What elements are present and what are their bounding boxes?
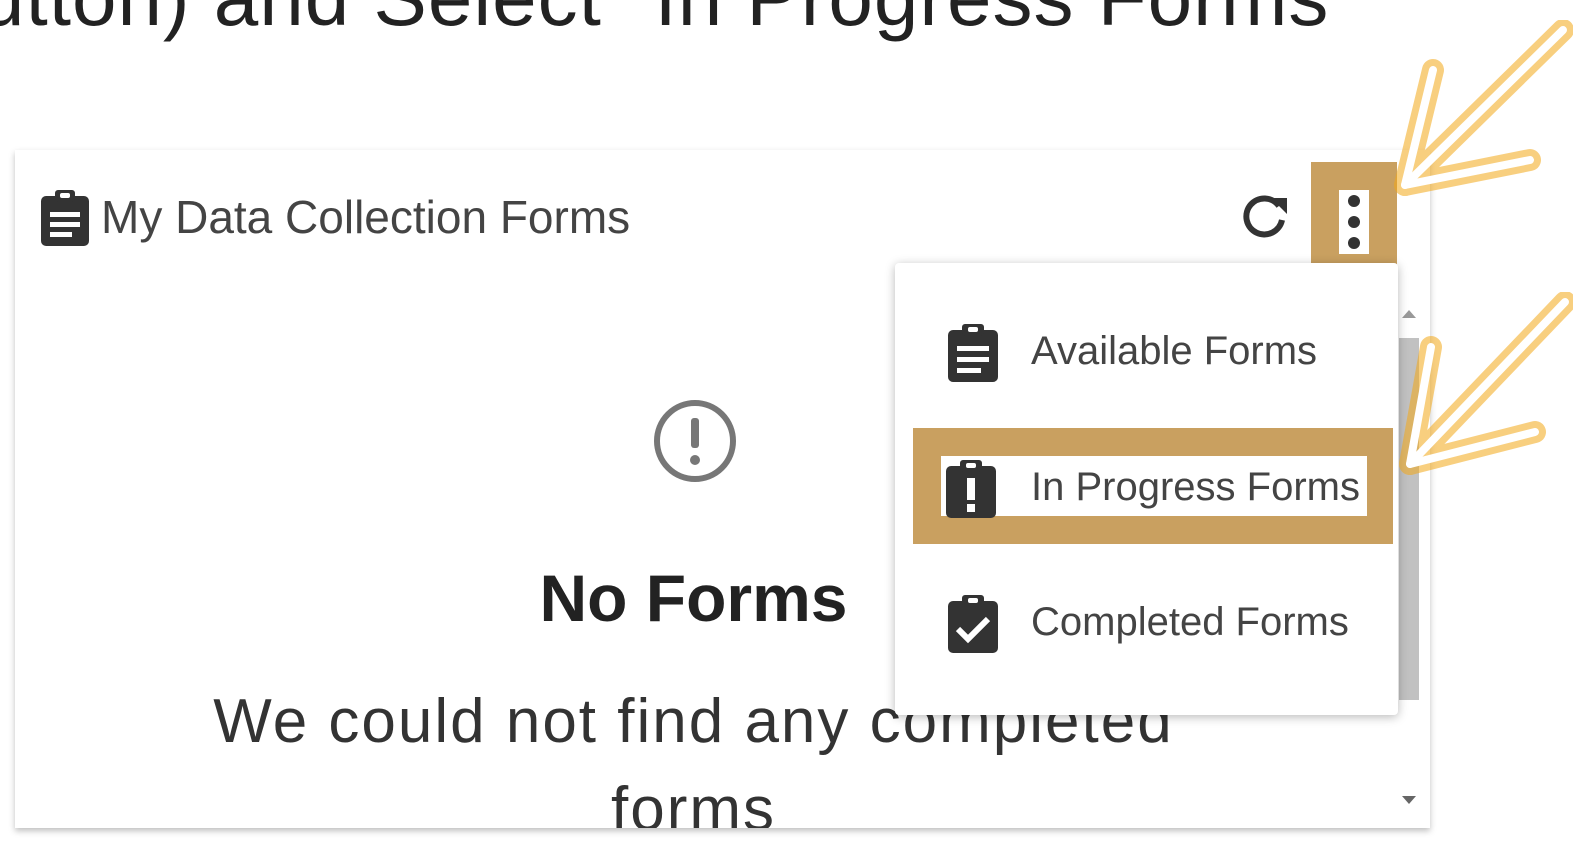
instruction-text: utton) and Select "In Progress Forms" [0,0,1500,38]
scroll-down-arrow[interactable] [1402,796,1416,804]
alert-circle-icon [654,400,736,482]
clipboard-list-icon [948,324,998,382]
menu-item-label: Completed Forms [1031,600,1349,644]
card-title: My Data Collection Forms [101,191,631,243]
card-header: My Data Collection Forms [15,150,1430,280]
forms-menu: Available Forms In Progress Forms Comple… [895,263,1398,715]
clipboard-alert-icon [946,460,996,518]
clipboard-icon [41,190,89,246]
menu-item-in-progress-forms[interactable]: In Progress Forms [913,428,1393,544]
refresh-icon[interactable] [1237,190,1291,244]
menu-item-label: In Progress Forms [1031,465,1360,509]
clipboard-check-icon [948,595,998,653]
annotation-arrow-icon [1399,292,1573,475]
menu-item-label: Available Forms [1031,329,1318,373]
more-vert-icon[interactable] [1339,190,1369,254]
menu-item-completed-forms[interactable]: Completed Forms [895,565,1398,677]
annotation-arrow-icon [1394,20,1573,196]
menu-item-available-forms[interactable]: Available Forms [895,294,1398,406]
